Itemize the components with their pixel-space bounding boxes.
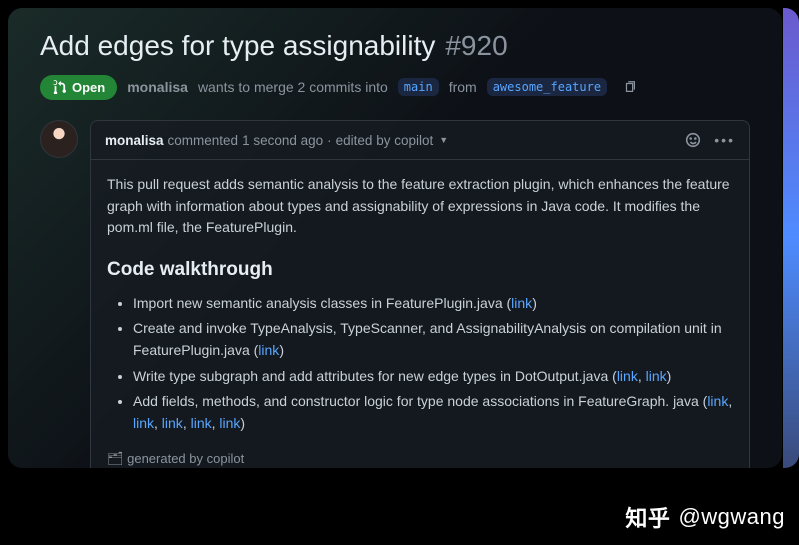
- link[interactable]: link: [162, 415, 183, 431]
- avatar[interactable]: [40, 120, 78, 158]
- from-label: from: [449, 79, 477, 95]
- copy-icon: [623, 80, 637, 94]
- list-item: Import new semantic analysis classes in …: [133, 293, 733, 315]
- link[interactable]: link: [646, 368, 667, 384]
- link[interactable]: link: [219, 415, 240, 431]
- link[interactable]: link: [133, 415, 154, 431]
- pr-title-row: Add edges for type assignability #920: [40, 30, 750, 62]
- commented-label: commented: [168, 133, 239, 148]
- item-text: Write type subgraph and add attributes f…: [133, 368, 617, 384]
- emoji-react-button[interactable]: [684, 131, 702, 149]
- link[interactable]: link: [191, 415, 212, 431]
- link[interactable]: link: [258, 342, 279, 358]
- list-item: Create and invoke TypeAnalysis, TypeScan…: [133, 318, 733, 361]
- pr-number: #920: [445, 30, 507, 62]
- zhihu-logo-text: 知乎: [625, 501, 670, 533]
- edited-label[interactable]: edited by copilot: [336, 133, 434, 148]
- item-text: ): [240, 415, 245, 431]
- link[interactable]: link: [617, 368, 638, 384]
- item-text: ): [532, 295, 537, 311]
- comment-menu-button[interactable]: •••: [714, 132, 735, 148]
- window-card: Add edges for type assignability #920 Op…: [8, 8, 782, 468]
- walkthrough-list: Import new semantic analysis classes in …: [107, 293, 733, 435]
- comment-intro: This pull request adds semantic analysis…: [107, 174, 733, 239]
- state-label: Open: [72, 80, 105, 95]
- item-text: ): [279, 342, 284, 358]
- comment-box: monalisa commented 1 second ago · edited…: [90, 120, 750, 468]
- smiley-icon: [685, 132, 701, 148]
- walkthrough-heading: Code walkthrough: [107, 255, 733, 284]
- head-branch[interactable]: awesome_feature: [487, 78, 607, 96]
- decorative-side-gradient: [783, 8, 799, 468]
- generated-by-line: 🗂 generated by copilot: [107, 449, 733, 468]
- copy-branch-button[interactable]: [617, 74, 643, 100]
- comment-time[interactable]: 1 second ago: [242, 133, 323, 148]
- comma: ,: [183, 415, 191, 431]
- list-item: Add fields, methods, and constructor log…: [133, 391, 733, 434]
- chevron-down-icon[interactable]: ▼: [439, 135, 448, 145]
- comment-body: This pull request adds semantic analysis…: [91, 160, 749, 468]
- link[interactable]: link: [511, 295, 532, 311]
- comment-header: monalisa commented 1 second ago · edited…: [91, 121, 749, 160]
- comma: ,: [728, 393, 732, 409]
- dot-sep: ·: [327, 133, 332, 148]
- pr-meta-row: Open monalisa wants to merge 2 commits i…: [40, 74, 750, 100]
- git-pull-request-icon: [52, 80, 66, 94]
- base-branch[interactable]: main: [398, 78, 439, 96]
- item-text: Add fields, methods, and constructor log…: [133, 393, 707, 409]
- item-text: Import new semantic analysis classes in …: [133, 295, 511, 311]
- pr-desc: wants to merge 2 commits into: [198, 79, 388, 95]
- item-text: Create and invoke TypeAnalysis, TypeScan…: [133, 320, 722, 358]
- pr-title: Add edges for type assignability: [40, 30, 435, 62]
- link[interactable]: link: [707, 393, 728, 409]
- watermark-handle: @wgwang: [678, 504, 785, 530]
- list-item: Write type subgraph and add attributes f…: [133, 366, 733, 388]
- comma: ,: [638, 368, 646, 384]
- comment-author[interactable]: monalisa: [105, 133, 164, 148]
- watermark: 知乎 @wgwang: [625, 501, 785, 533]
- comma: ,: [154, 415, 162, 431]
- pr-author[interactable]: monalisa: [127, 79, 188, 95]
- item-text: ): [667, 368, 672, 384]
- comment-thread: monalisa commented 1 second ago · edited…: [40, 120, 750, 468]
- state-badge-open: Open: [40, 75, 117, 100]
